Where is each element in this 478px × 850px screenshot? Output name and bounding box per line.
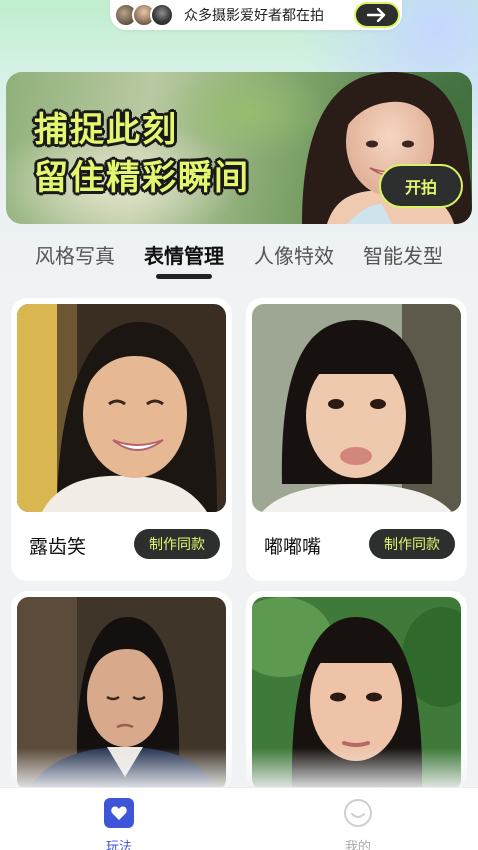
template-image: [252, 304, 461, 512]
portrait-pout-image: [252, 304, 461, 512]
avatar-group: [114, 3, 182, 27]
template-card[interactable]: 露齿笑 制作同款: [11, 298, 232, 581]
community-text: 众多摄影爱好者都在拍: [184, 8, 324, 24]
template-title: 露齿笑: [29, 536, 87, 558]
template-title: 嘟嘟嘴: [264, 536, 322, 558]
heart-icon: [104, 798, 134, 828]
nav-label-mine: 我的: [344, 840, 371, 850]
bottom-navigation: 玩法 我的: [0, 787, 478, 850]
tab-portrait-effects[interactable]: 人像特效: [239, 240, 349, 269]
active-tab-indicator: [156, 274, 212, 279]
category-tabs: 风格写真 表情管理 人像特效 智能发型: [0, 236, 478, 286]
nav-item-mine[interactable]: 我的: [318, 798, 398, 850]
arrow-right-icon: [367, 8, 386, 22]
avatar: [150, 3, 174, 27]
nav-item-play[interactable]: 玩法: [79, 798, 159, 850]
banner-headline-line1: 捕捉此刻: [34, 110, 178, 150]
make-same-button[interactable]: 制作同款: [134, 529, 220, 559]
start-shooting-button[interactable]: 开拍: [379, 164, 463, 208]
nav-label-play: 玩法: [105, 840, 132, 850]
tab-smart-hairstyle[interactable]: 智能发型: [348, 240, 458, 269]
banner-headline-line2: 留住精彩瞬间: [34, 158, 250, 198]
tab-style-portrait[interactable]: 风格写真: [20, 240, 130, 269]
content-fade-overlay: [0, 748, 478, 788]
template-image: [17, 304, 226, 512]
community-banner[interactable]: 众多摄影爱好者都在拍: [110, 0, 402, 30]
make-same-button[interactable]: 制作同款: [369, 529, 455, 559]
tab-expression[interactable]: 表情管理: [129, 240, 239, 269]
community-go-button[interactable]: [354, 2, 400, 28]
portrait-smile-image: [17, 304, 226, 512]
hero-banner[interactable]: 捕捉此刻 留住精彩瞬间 开拍: [6, 72, 472, 224]
template-card[interactable]: 嘟嘟嘴 制作同款: [246, 298, 467, 581]
smiley-icon: [344, 799, 372, 827]
